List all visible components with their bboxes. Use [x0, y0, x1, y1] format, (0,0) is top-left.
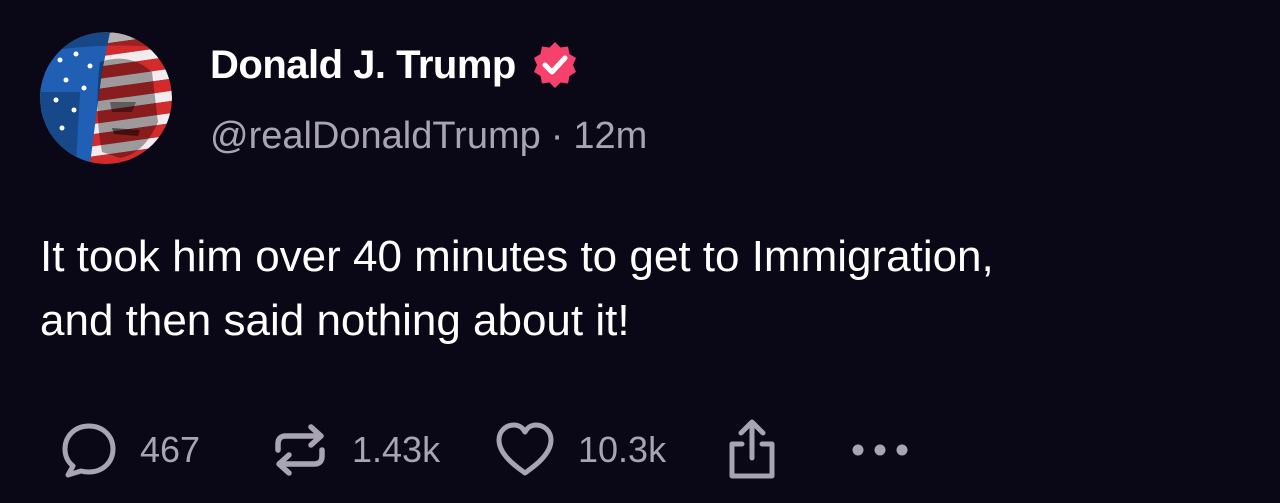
reply-count: 467: [140, 429, 201, 470]
author-name-row: Donald J. Trump: [210, 40, 580, 90]
reply-button[interactable]: 467: [60, 421, 210, 479]
verified-badge-icon: [530, 40, 580, 90]
more-icon: [852, 444, 908, 456]
retruth-icon: [275, 424, 325, 476]
share-button[interactable]: [724, 418, 780, 482]
author-handle[interactable]: @realDonaldTrump: [210, 115, 541, 157]
reply-icon: [62, 423, 116, 478]
author-meta: @realDonaldTrump · 12m: [210, 115, 647, 158]
avatar[interactable]: [40, 32, 172, 164]
like-count: 10.3k: [578, 429, 667, 470]
share-icon: [729, 419, 775, 479]
retruth-count: 1.43k: [352, 429, 441, 470]
meta-separator: ·: [550, 115, 564, 157]
post-actions-bar: 467 1.43k 10.3k: [60, 415, 910, 485]
like-button[interactable]: 10.3k: [494, 421, 674, 479]
avatar-image: [40, 32, 172, 164]
retruth-button[interactable]: 1.43k: [270, 420, 502, 480]
post-text-line: and then said nothing about it!: [40, 296, 630, 345]
post-text-line: It took him over 40 minutes to get to Im…: [40, 232, 994, 281]
more-options-button[interactable]: [850, 440, 910, 460]
display-name[interactable]: Donald J. Trump: [210, 43, 516, 88]
heart-icon: [496, 422, 554, 476]
post-timestamp[interactable]: 12m: [573, 115, 647, 157]
post-body: It took him over 40 minutes to get to Im…: [40, 225, 1240, 353]
post-card: Donald J. Trump @realDonaldTrump · 12m It …: [0, 0, 1280, 503]
